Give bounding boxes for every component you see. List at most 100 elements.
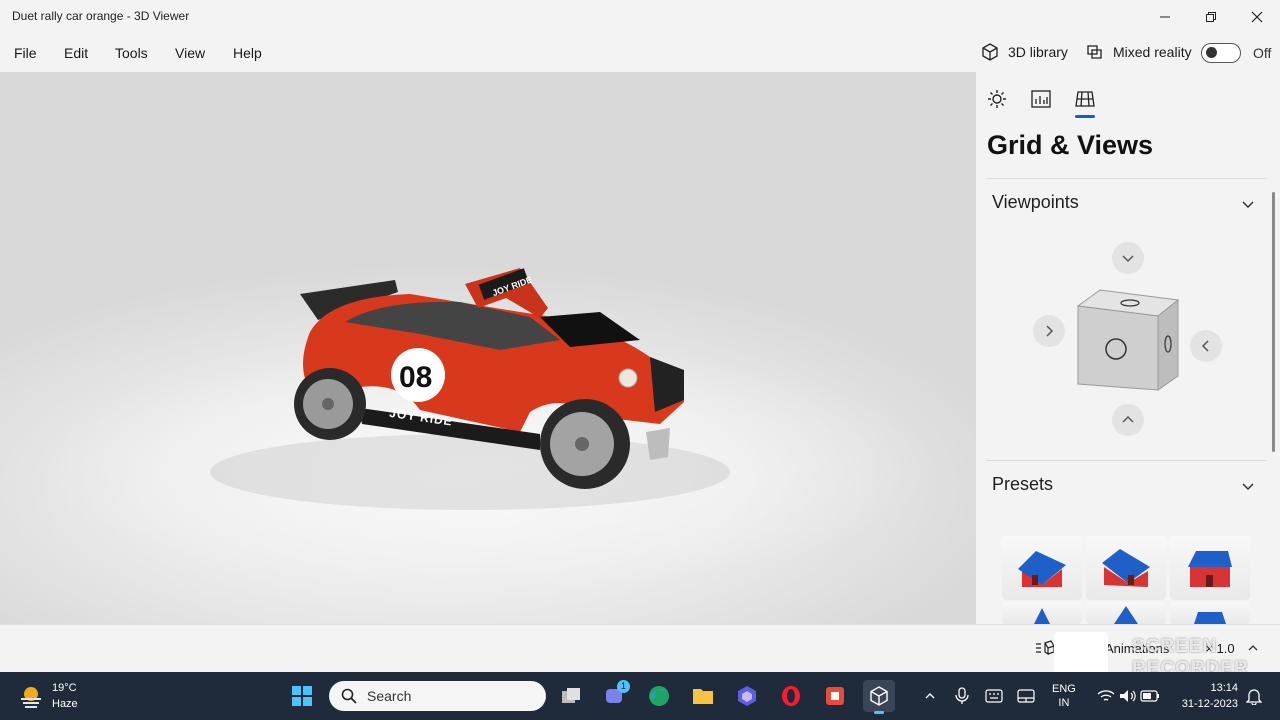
presets-title[interactable]: Presets	[992, 474, 1053, 495]
chevron-down-icon[interactable]	[1240, 478, 1256, 494]
keyboard-button[interactable]	[978, 680, 1010, 712]
headlight	[618, 368, 638, 388]
copilot-button[interactable]	[731, 680, 763, 712]
window-title: Duet rally car orange - 3D Viewer	[12, 9, 190, 23]
clock-date: 31-12-2023	[1181, 698, 1238, 710]
toggle-switch[interactable]	[1201, 43, 1241, 63]
house-icon	[1034, 608, 1050, 624]
minimize-button[interactable]	[1142, 0, 1188, 34]
side-panel: Grid & Views Viewpoints Presets	[976, 72, 1280, 624]
weather-temp: 19°C	[52, 682, 77, 694]
minimize-icon	[1160, 16, 1170, 18]
chevron-up-icon	[925, 693, 935, 699]
mixed-reality-button[interactable]: Mixed reality	[1085, 42, 1192, 62]
divider	[987, 178, 1267, 179]
rotate-left-button[interactable]	[1190, 330, 1222, 362]
file-explorer-button[interactable]	[687, 680, 719, 712]
cube-icon	[870, 686, 888, 706]
task-view-button[interactable]	[555, 680, 587, 712]
touchpad-button[interactable]	[1010, 680, 1042, 712]
touchpad-icon	[1017, 689, 1035, 703]
chevron-up-icon	[1122, 415, 1134, 423]
folder-icon	[693, 689, 713, 704]
menu-tools[interactable]: Tools	[115, 45, 148, 61]
restore-button[interactable]	[1188, 0, 1234, 34]
show-hidden-icons-button[interactable]	[914, 680, 946, 712]
battery-button[interactable]	[1134, 680, 1166, 712]
grid-icon	[1075, 91, 1095, 107]
region-code: IN	[1058, 697, 1070, 709]
rotate-up-button[interactable]	[1112, 404, 1144, 436]
preset-thumb[interactable]	[1170, 602, 1250, 624]
menu-edit[interactable]: Edit	[64, 45, 88, 61]
tab-stats[interactable]	[1026, 84, 1056, 114]
3d-library-label: 3D library	[1008, 44, 1068, 60]
front-bumper	[646, 428, 670, 460]
front-wheel	[540, 399, 630, 489]
house-icon	[1102, 549, 1150, 587]
toggle-state-label: Off	[1253, 45, 1272, 61]
taskbar-search[interactable]: Search	[329, 681, 546, 711]
close-icon	[1251, 11, 1263, 23]
windows-icon	[292, 686, 312, 706]
microphone-button[interactable]	[946, 680, 978, 712]
bell-icon	[1246, 689, 1262, 705]
search-icon	[341, 688, 357, 704]
chevron-down-icon[interactable]	[1240, 196, 1256, 212]
menu-file[interactable]: File	[14, 45, 37, 61]
menu-help[interactable]: Help	[233, 45, 262, 61]
preset-thumb[interactable]	[1086, 602, 1166, 624]
preset-thumb[interactable]	[1002, 602, 1082, 624]
rotate-right-button[interactable]	[1033, 315, 1065, 347]
rotate-down-button[interactable]	[1112, 242, 1144, 274]
viewpoints-title[interactable]: Viewpoints	[992, 192, 1079, 213]
3d-viewport[interactable]: JOY RIDE 08 JOY RIDE	[0, 72, 976, 624]
teams-button[interactable]: 1	[599, 680, 631, 712]
chevron-left-icon	[1201, 340, 1209, 352]
animation-icon	[1036, 640, 1055, 656]
preset-thumb[interactable]	[1002, 536, 1082, 600]
edge-button[interactable]	[643, 680, 675, 712]
stats-icon	[1031, 90, 1051, 108]
close-button[interactable]	[1234, 0, 1280, 34]
language-code: ENG	[1052, 683, 1076, 695]
weather-widget[interactable]: 19°C Haze	[18, 680, 78, 712]
clock[interactable]: 13:14 31-12-2023	[1170, 680, 1238, 712]
language-indicator[interactable]: ENG IN	[1052, 682, 1076, 710]
start-button[interactable]	[286, 680, 318, 712]
task-view-icon	[562, 688, 580, 703]
mixed-reality-label: Mixed reality	[1113, 44, 1192, 60]
opera-button[interactable]	[775, 680, 807, 712]
watermark-line1: SCREEN	[1132, 636, 1218, 657]
panel-scrollbar[interactable]	[1272, 192, 1275, 452]
preset-thumb[interactable]	[1086, 536, 1166, 600]
tab-grid-views[interactable]	[1070, 84, 1100, 118]
preset-thumb[interactable]	[1170, 536, 1250, 600]
house-icon	[1194, 612, 1226, 624]
chevron-right-icon	[1046, 325, 1054, 337]
panel-heading: Grid & Views	[987, 130, 1154, 160]
copilot-icon	[738, 686, 756, 706]
notification-badge: 1	[617, 680, 630, 693]
weather-desc: Haze	[52, 698, 78, 710]
keyboard-icon	[985, 689, 1003, 703]
house-icon	[1018, 551, 1066, 587]
3d-library-button[interactable]: 3D library	[980, 42, 1068, 62]
sun-icon	[988, 90, 1006, 108]
tab-lighting[interactable]	[982, 84, 1012, 114]
cube-icon	[982, 43, 998, 61]
3d-viewer-button[interactable]	[863, 680, 895, 714]
recorder-app-button[interactable]	[819, 680, 851, 712]
notifications-button[interactable]	[1238, 680, 1270, 712]
battery-icon	[1140, 690, 1159, 702]
car-model[interactable]: JOY RIDE 08 JOY RIDE	[0, 72, 976, 624]
view-cube[interactable]	[1074, 286, 1184, 394]
car-number: 08	[399, 361, 432, 394]
opera-icon	[782, 686, 800, 706]
taskbar: 19°C Haze Search 1 ENG IN 13:14 31-12-20…	[0, 672, 1280, 720]
rear-wheel	[294, 368, 366, 440]
menu-view[interactable]: View	[175, 45, 205, 61]
house-icon	[1188, 551, 1232, 587]
mixed-reality-icon	[1087, 45, 1102, 59]
mixed-reality-toggle[interactable]: Off	[1201, 43, 1271, 63]
